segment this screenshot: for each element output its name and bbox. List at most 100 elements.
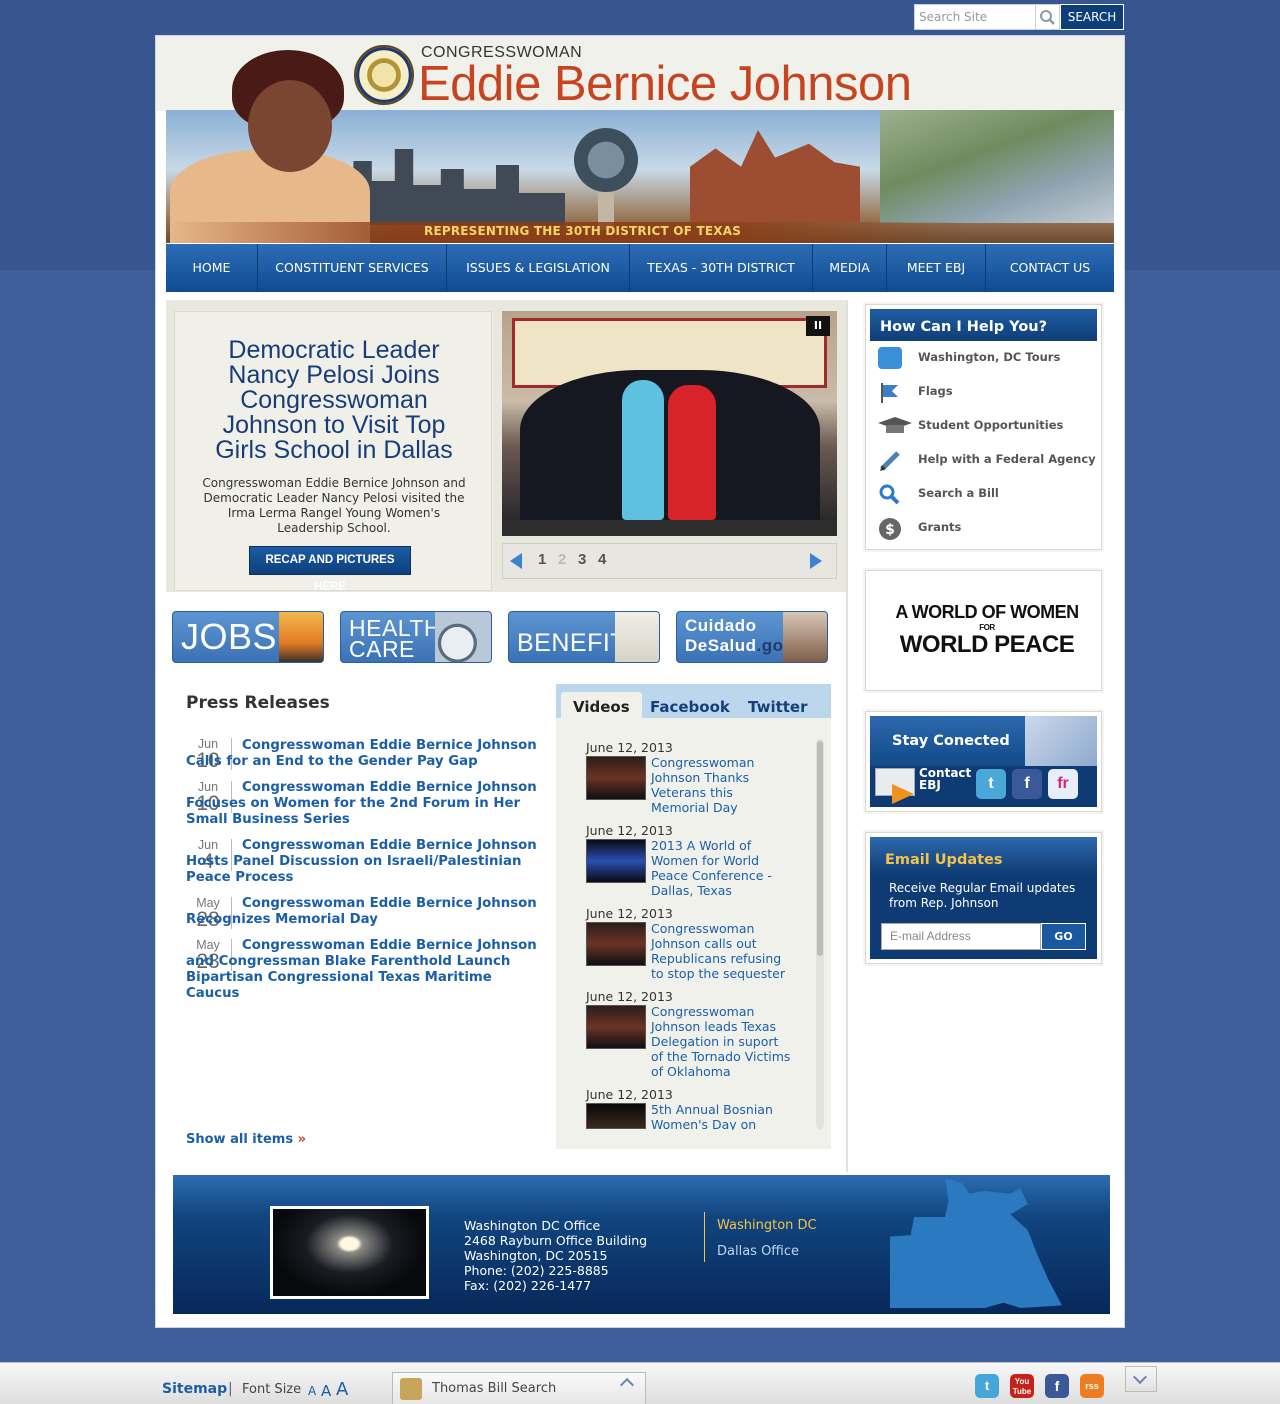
- banner-tagline: REPRESENTING THE 30TH DISTRICT OF TEXAS: [424, 224, 742, 238]
- video-thumbnail[interactable]: [586, 1005, 646, 1049]
- health-care-tile-label: HEALTH CARE: [349, 615, 442, 662]
- video-link[interactable]: Congresswoman Johnson Thanks Veterans th…: [651, 755, 791, 815]
- video-link[interactable]: 5th Annual Bosnian Women's Day on: [651, 1102, 791, 1130]
- email-updates-title: Email Updates: [870, 837, 1097, 875]
- pager-page-1[interactable]: 1: [538, 551, 546, 568]
- jobs-tile-label: JOBS: [181, 616, 278, 657]
- family-photo-icon: [783, 612, 827, 662]
- office-address: Washington DC Office 2468 Rayburn Office…: [464, 1218, 648, 1293]
- video-link[interactable]: Congresswoman Johnson calls out Republic…: [651, 921, 791, 981]
- congress-seal-icon: [354, 45, 414, 105]
- photo-caption-strip: [502, 520, 837, 536]
- nav-item-meet-ebj[interactable]: MEET EBJ: [887, 244, 986, 292]
- arrow-right-icon[interactable]: [810, 553, 822, 569]
- video-date: June 12, 2013: [586, 740, 673, 755]
- email-go-button[interactable]: GO: [1041, 923, 1086, 950]
- world-peace-logo: A WORLD OF WOMEN FOR WORLD PEACE: [895, 602, 1079, 658]
- press-release-link[interactable]: Congresswoman Eddie Bernice Johnson Reco…: [186, 896, 541, 928]
- nav-item-home[interactable]: HOME: [166, 244, 258, 292]
- search-icon[interactable]: [1036, 4, 1060, 30]
- jobs-tile[interactable]: JOBS: [172, 611, 324, 663]
- font-size-large-button[interactable]: A: [336, 1379, 348, 1400]
- nav-item-issues-legislation[interactable]: ISSUES & LEGISLATION: [447, 244, 630, 292]
- search-button[interactable]: SEARCH: [1060, 4, 1124, 30]
- thomas-bill-search-label[interactable]: Thomas Bill Search: [432, 1381, 556, 1396]
- recap-button[interactable]: RECAP AND PICTURES HERE: [249, 546, 411, 593]
- search-input[interactable]: Search Site: [914, 4, 1036, 30]
- press-release-link[interactable]: Congresswoman Eddie Bernice Johnson Focu…: [186, 780, 541, 828]
- help-item-federal-agency[interactable]: Help with a Federal Agency: [918, 452, 1096, 466]
- sidebar-divider: [846, 300, 848, 1172]
- nav-item-texas-30th-district[interactable]: TEXAS - 30TH DISTRICT: [630, 244, 813, 292]
- video-date: June 12, 2013: [586, 823, 673, 838]
- rss-icon[interactable]: rss: [1080, 1374, 1104, 1398]
- benefits-tile[interactable]: BENEFITS: [508, 611, 660, 663]
- contact-ebj-link[interactable]: Contact EBJ: [919, 767, 971, 791]
- arrow-icon: [892, 784, 914, 804]
- feature-headline[interactable]: Democratic Leader Nancy Pelosi Joins Con…: [196, 338, 472, 463]
- slideshow-pager: [502, 543, 837, 579]
- sitemap-link[interactable]: Sitemap: [162, 1381, 227, 1397]
- photo-person-red: [668, 385, 716, 520]
- youtube-icon[interactable]: You Tube: [1010, 1374, 1034, 1398]
- portrait-face: [248, 80, 332, 172]
- cuidado-tile-label: Cuidado DeSalud.gov: [685, 616, 794, 655]
- help-item-search-bill[interactable]: Search a Bill: [918, 486, 999, 500]
- stay-connected-title: Stay Conected: [870, 716, 1025, 766]
- arrow-left-icon[interactable]: [510, 553, 522, 569]
- flag-icon: [878, 381, 902, 403]
- press-releases-title: Press Releases: [186, 693, 330, 713]
- email-updates-description: Receive Regular Email updates from Rep. …: [889, 881, 1076, 910]
- facebook-icon[interactable]: f: [1045, 1374, 1069, 1398]
- flickr-icon[interactable]: fr: [1048, 769, 1078, 799]
- videos-scroll-thumb[interactable]: [817, 741, 823, 956]
- press-release-link[interactable]: Congresswoman Eddie Bernice Johnson Host…: [186, 838, 541, 886]
- help-item-student-opportunities[interactable]: Student Opportunities: [918, 418, 1063, 432]
- tab-videos[interactable]: Videos: [561, 692, 642, 720]
- video-link[interactable]: Congresswoman Johnson leads Texas Delega…: [651, 1004, 791, 1079]
- help-item-grants[interactable]: Grants: [918, 520, 961, 534]
- toolbar-divider: |: [228, 1381, 233, 1397]
- video-thumbnail[interactable]: [586, 922, 646, 966]
- social-security-card-icon: [615, 612, 659, 662]
- pager-page-2[interactable]: 2: [558, 551, 566, 568]
- facebook-icon[interactable]: f: [1012, 769, 1042, 799]
- capitol-photo: [270, 1206, 429, 1299]
- tab-facebook[interactable]: Facebook: [650, 692, 730, 720]
- pencil-icon: [878, 449, 902, 471]
- video-link[interactable]: 2013 A World of Women for World Peace Co…: [651, 838, 791, 898]
- cuidado-de-salud-tile[interactable]: Cuidado DeSalud.gov: [676, 611, 828, 663]
- footer-divider: [704, 1212, 705, 1262]
- video-date: June 12, 2013: [586, 989, 673, 1004]
- office-link-washington[interactable]: Washington DC: [717, 1218, 817, 1233]
- help-item-flags[interactable]: Flags: [918, 384, 953, 398]
- video-date: June 12, 2013: [586, 906, 673, 921]
- show-all-items-link[interactable]: Show all items »: [186, 1132, 306, 1147]
- health-care-tile[interactable]: HEALTH CARE: [340, 611, 492, 663]
- nav-item-constituent-services[interactable]: CONSTITUENT SERVICES: [258, 244, 447, 292]
- pause-button[interactable]: II: [806, 316, 830, 336]
- help-item-dc-tours[interactable]: Washington, DC Tours: [918, 350, 1060, 364]
- feature-body: Congresswoman Eddie Bernice Johnson and …: [202, 476, 466, 535]
- font-size-medium-button[interactable]: A: [321, 1382, 331, 1400]
- nav-item-media[interactable]: MEDIA: [813, 244, 887, 292]
- video-thumbnail[interactable]: [586, 1103, 646, 1129]
- nav-item-contact-us[interactable]: CONTACT US: [986, 244, 1114, 292]
- twitter-icon[interactable]: t: [975, 1374, 999, 1398]
- banner-tower-ball: [574, 128, 638, 192]
- site-title[interactable]: Eddie Bernice Johnson: [418, 56, 912, 112]
- office-link-dallas[interactable]: Dallas Office: [717, 1244, 799, 1259]
- press-release-link[interactable]: Congresswoman Eddie Bernice Johnson and …: [186, 938, 541, 1002]
- tab-twitter[interactable]: Twitter: [748, 692, 808, 720]
- font-size-label: Font Size: [242, 1382, 302, 1397]
- mouse-image: [1025, 716, 1097, 766]
- video-thumbnail[interactable]: [586, 839, 646, 883]
- press-release-link[interactable]: Congresswoman Eddie Bernice Johnson Call…: [186, 738, 541, 770]
- email-input[interactable]: E-mail Address: [881, 923, 1041, 950]
- twitter-icon[interactable]: t: [976, 769, 1006, 799]
- font-size-small-button[interactable]: A: [308, 1384, 316, 1398]
- video-thumbnail[interactable]: [586, 756, 646, 800]
- pager-page-3[interactable]: 3: [578, 551, 586, 568]
- magnifier-icon: [878, 483, 902, 505]
- pager-page-4[interactable]: 4: [598, 551, 606, 568]
